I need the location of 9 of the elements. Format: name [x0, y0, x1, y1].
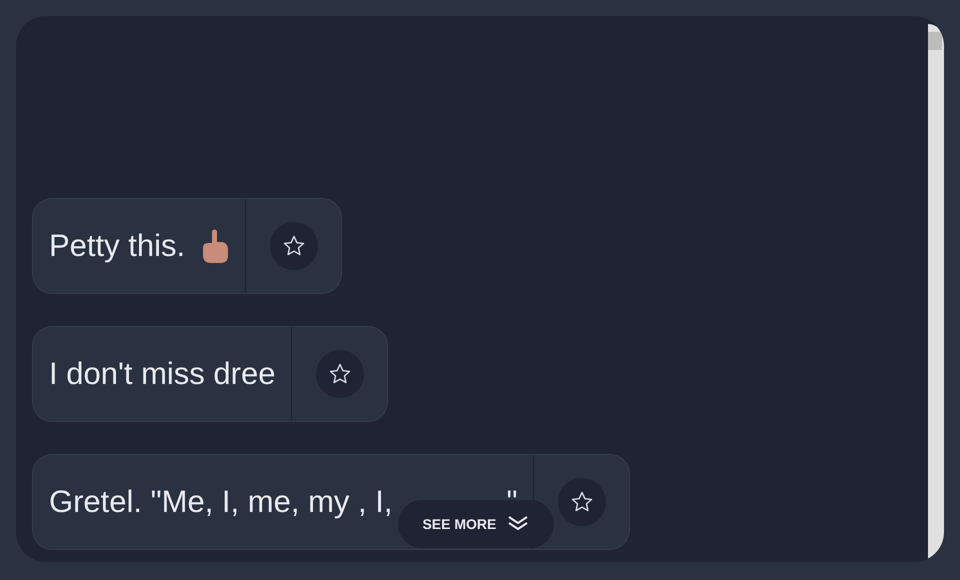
- hand-icon: [201, 228, 230, 264]
- message-text: Gretel. "Me, I, me, my , I,: [49, 484, 392, 520]
- star-icon: [282, 234, 306, 258]
- star-icon: [570, 490, 594, 514]
- message-text: I don't miss dree: [49, 356, 276, 392]
- message-text: Petty this.: [49, 228, 186, 264]
- see-more-button[interactable]: SEE MORE: [398, 500, 554, 548]
- star-icon: [328, 362, 352, 386]
- scroll-thumb[interactable]: [928, 32, 942, 50]
